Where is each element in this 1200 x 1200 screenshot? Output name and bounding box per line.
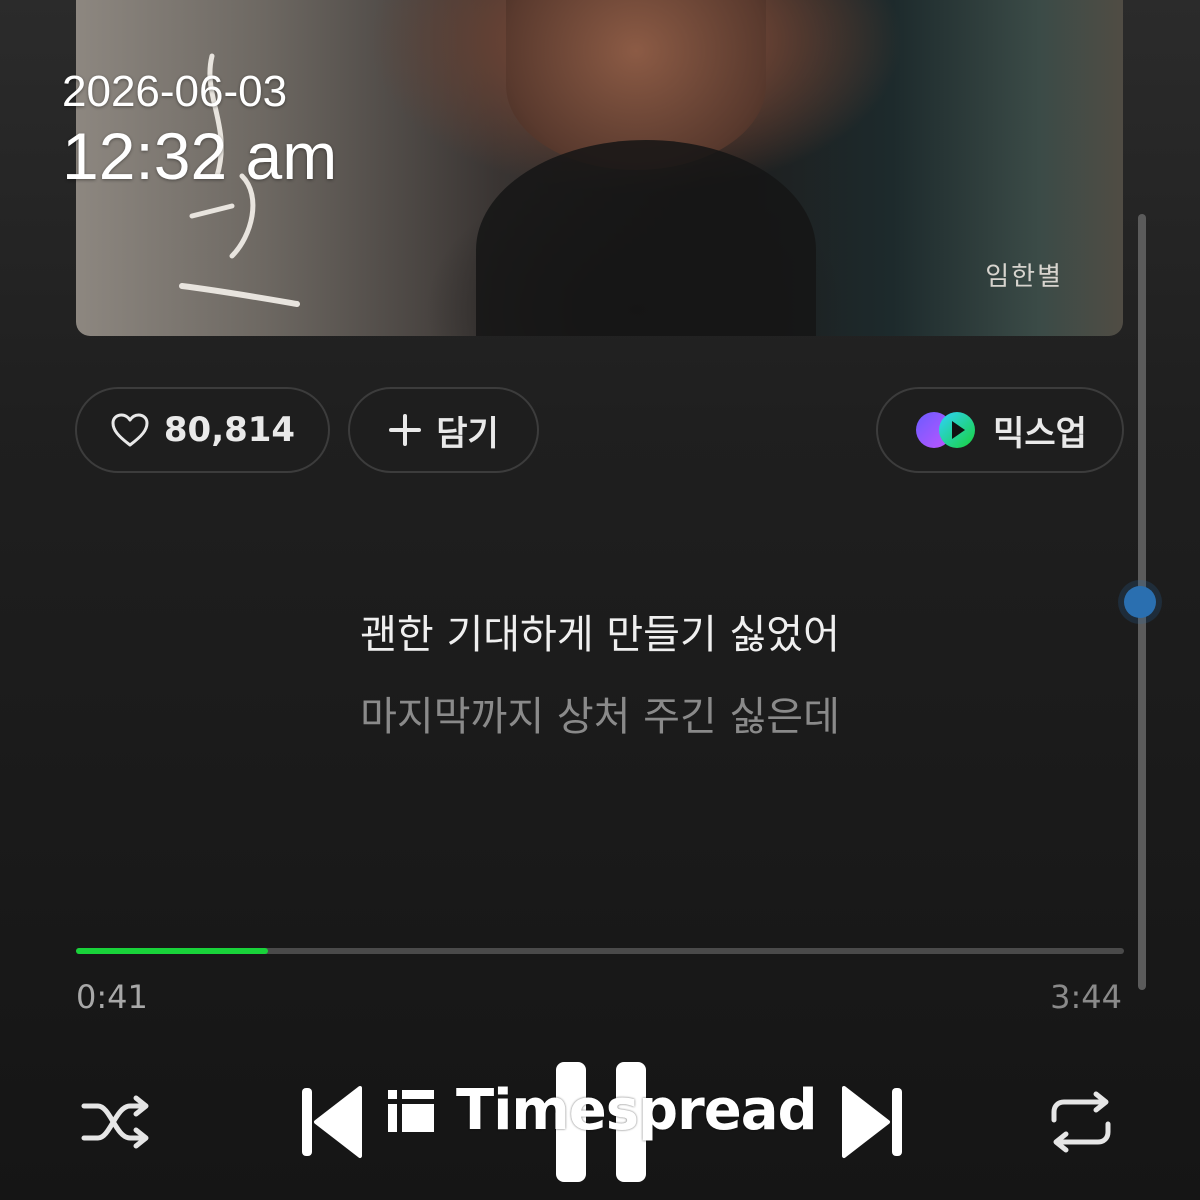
plus-icon	[389, 414, 422, 446]
mixup-button[interactable]: 믹스업	[876, 387, 1124, 473]
overlay-time: 12:32 am	[62, 119, 338, 193]
like-count: 80,814	[163, 410, 296, 450]
total-time: 3:44	[1050, 978, 1122, 1016]
progress-fill	[76, 948, 268, 954]
mixup-label: 믹스업	[993, 413, 1087, 454]
heart-icon	[111, 413, 149, 447]
progress-bar[interactable]	[76, 948, 1124, 954]
skip-previous-icon[interactable]	[298, 1082, 368, 1162]
add-label: 담기	[436, 413, 499, 454]
timestamp-overlay: 2026-06-03 12:32 am	[62, 66, 337, 194]
shuffle-icon[interactable]	[80, 1092, 152, 1152]
like-button[interactable]: 80,814	[75, 387, 330, 473]
album-artist-signature: 임한별	[985, 262, 1063, 292]
elapsed-time: 0:41	[76, 978, 148, 1016]
add-to-playlist-button[interactable]: 담기	[348, 387, 539, 473]
skip-next-icon[interactable]	[836, 1082, 906, 1162]
repeat-icon[interactable]	[1046, 1090, 1116, 1154]
lyric-line-current[interactable]: 괜한 기대하게 만들기 싫었어	[0, 602, 1200, 660]
watermark-logo-icon	[388, 1089, 434, 1132]
lyric-line-next[interactable]: 마지막까지 상처 주긴 싫은데	[0, 684, 1200, 742]
pause-icon[interactable]	[552, 1058, 650, 1186]
overlay-date: 2026-06-03	[62, 67, 288, 116]
mixup-icon	[916, 412, 976, 448]
